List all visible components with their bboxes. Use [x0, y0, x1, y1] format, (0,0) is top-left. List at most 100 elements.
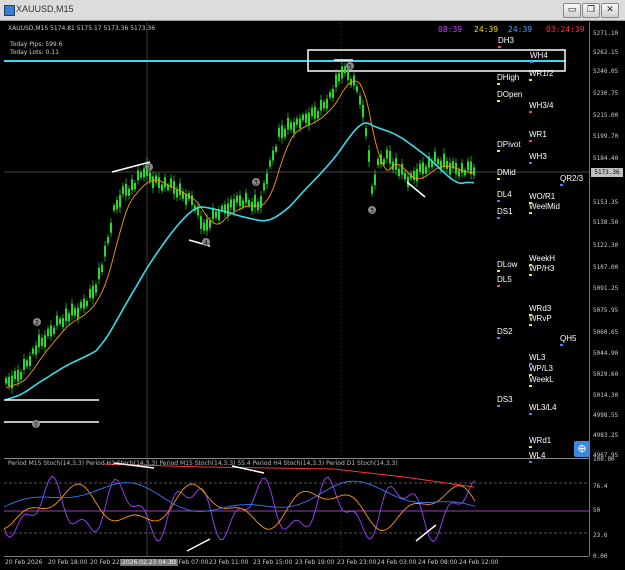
candle-body — [377, 158, 379, 166]
window-titlebar[interactable]: XAUUSD,M15 ▭ ❐ ✕ — [0, 0, 625, 21]
pivot-level-label: WH3 — [529, 152, 547, 161]
pivot-level-label: DL4 — [497, 190, 512, 199]
time-tick-label: 24 Feb 12:00 — [459, 559, 499, 566]
candle-body — [56, 315, 58, 326]
pivot-level-label: QH5 — [560, 334, 577, 343]
close-button[interactable]: ✕ — [601, 3, 619, 18]
pivot-level-label: DS2 — [497, 327, 513, 336]
candle-body — [95, 284, 97, 293]
candle-body — [404, 173, 406, 180]
candle-body — [74, 308, 76, 316]
candle-body — [368, 150, 370, 162]
candle-body — [314, 106, 316, 119]
pivot-level-label: WL3 — [529, 353, 546, 362]
candle-body — [272, 150, 274, 161]
mt4-chart-window: XAUUSD,M15 ▭ ❐ ✕ 2 1 2 4 3 5 3 XAUUSD,M15 5174… — [0, 0, 625, 570]
current-price-badge: 5173.36 — [591, 168, 623, 177]
candle-body — [44, 335, 46, 347]
candle-body — [383, 159, 385, 165]
candle-body — [8, 376, 10, 386]
pivot-level-marker — [497, 405, 500, 407]
candle-body — [32, 348, 34, 354]
candle-body — [293, 122, 295, 133]
candle-body — [437, 158, 439, 165]
candle-body — [389, 150, 391, 164]
clock-1: 08:39 — [438, 25, 463, 34]
price-tick-label: 100.00 — [593, 456, 615, 463]
price-tick-label: 4998.55 — [593, 412, 619, 419]
time-tick-label: 23 Feb 07:00 — [169, 559, 209, 566]
candle-body — [356, 86, 358, 92]
candle-body — [467, 161, 469, 171]
oscillator-separator[interactable] — [4, 458, 589, 459]
pivot-level-marker — [560, 184, 563, 186]
pivot-level-label: DPivot — [497, 140, 521, 149]
candle-body — [215, 211, 217, 218]
pivot-level-marker — [529, 111, 532, 113]
candle-body — [125, 184, 127, 196]
candle-body — [59, 318, 61, 325]
candle-body — [206, 218, 208, 231]
minimize-button[interactable]: ▭ — [563, 3, 581, 18]
candle-body — [374, 174, 376, 186]
candle-body — [38, 334, 40, 348]
stoch-d1-line — [103, 463, 475, 488]
pivot-level-marker — [529, 274, 532, 276]
pivot-level-marker — [498, 46, 501, 48]
moving-average-fast — [5, 80, 475, 389]
pivot-level-label: WP/L3 — [529, 364, 554, 373]
price-tick-label: 0.00 — [593, 553, 608, 560]
price-chart[interactable]: 2 1 2 4 3 5 3 — [4, 22, 589, 569]
wave-label: 3 — [254, 180, 258, 187]
price-tick-label: 5246.05 — [593, 68, 619, 75]
candle-body — [5, 378, 7, 384]
pivot-level-label: DOpen — [497, 90, 523, 99]
wave-label: 4 — [204, 240, 208, 247]
candle-body — [239, 195, 241, 207]
chart-icon — [4, 5, 15, 16]
candle-body — [122, 186, 124, 195]
pivot-level-marker — [529, 140, 532, 142]
candle-body — [89, 288, 91, 298]
pivot-level-label: WR1/2 — [529, 69, 554, 78]
candle-body — [203, 222, 205, 231]
time-axis[interactable]: 20 Feb 2026 20 Feb 18:00 20 Feb 22:00 2026.… — [4, 556, 589, 570]
clock-3: 24:39 — [508, 25, 533, 34]
candle-body — [98, 267, 100, 280]
candle-body — [302, 114, 304, 121]
candle-body — [332, 88, 334, 98]
pivot-level-marker — [497, 178, 500, 180]
candle-body — [149, 172, 151, 181]
pivot-level-marker — [497, 200, 500, 202]
pivot-level-marker — [497, 150, 500, 152]
restore-button[interactable]: ❐ — [582, 3, 600, 18]
candle-body — [77, 307, 79, 319]
pivot-level-marker — [530, 61, 533, 63]
pivot-level-marker — [497, 83, 500, 85]
candle-body — [71, 303, 73, 316]
candle-body — [248, 200, 250, 206]
candle-body — [320, 99, 322, 111]
candle-body — [263, 183, 265, 191]
candle-body — [434, 151, 436, 162]
candle-body — [128, 188, 130, 196]
time-tick-label: 23 Feb 23:00 — [337, 559, 377, 566]
candle-body — [26, 360, 28, 367]
wave-label: 3 — [370, 208, 374, 215]
price-axis[interactable]: 5271.10 5262.15 5246.05 5230.75 5215.00 5199.… — [589, 22, 625, 560]
pivot-level-marker — [529, 413, 532, 415]
candle-body — [65, 308, 67, 322]
price-tick-label: 5262.15 — [593, 49, 619, 56]
price-tick-label: 5184.40 — [593, 155, 619, 162]
crosshair-icon[interactable]: ⊕ — [574, 441, 590, 457]
candle-body — [371, 186, 373, 194]
pivot-level-label: WeelMid — [529, 202, 560, 211]
window-title: XAUUSD,M15 — [16, 4, 74, 14]
pivot-level-label: WR1 — [529, 130, 547, 139]
candle-body — [47, 328, 49, 336]
price-tick-label: 5107.00 — [593, 264, 619, 271]
price-tick-label: 4983.25 — [593, 432, 619, 439]
candle-body — [461, 163, 463, 174]
oscillator-trend-line — [186, 538, 211, 552]
candle-body — [305, 113, 307, 123]
